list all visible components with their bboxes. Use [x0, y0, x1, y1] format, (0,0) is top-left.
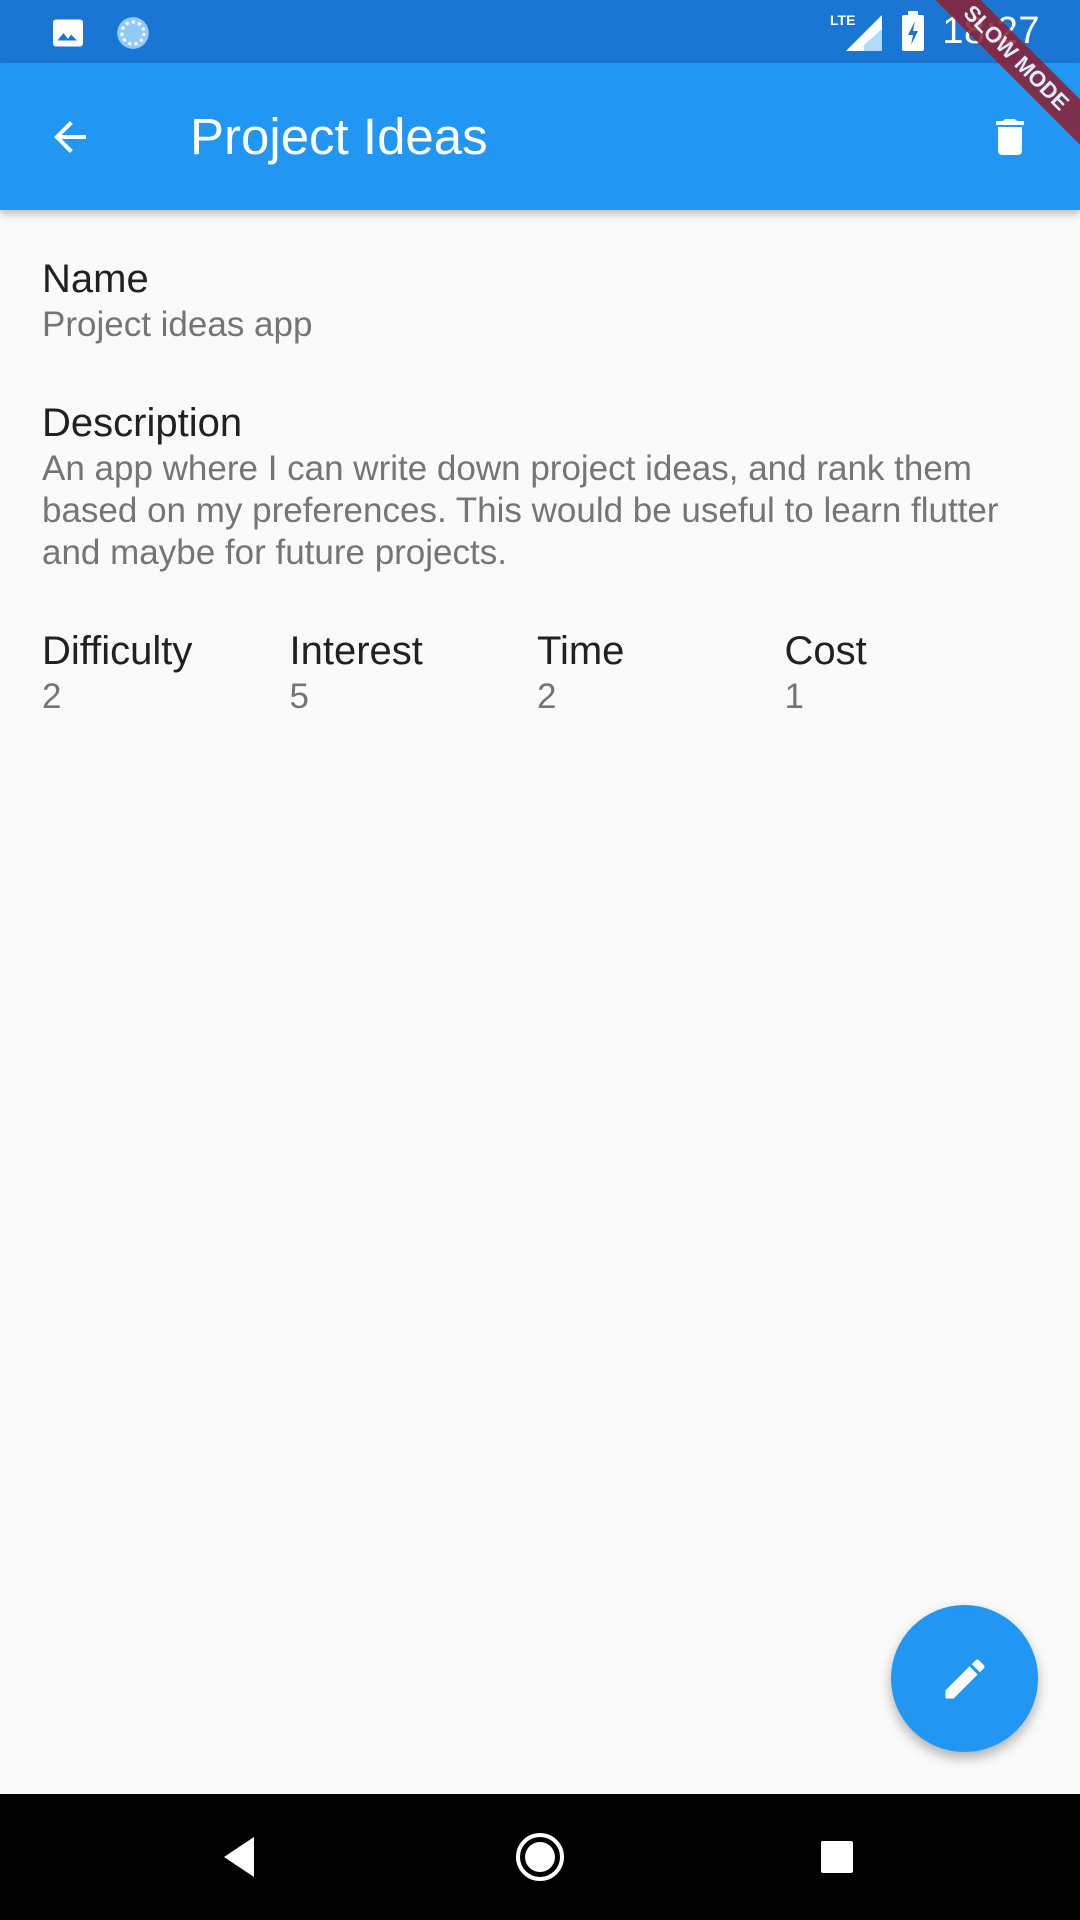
stat-label: Cost — [784, 629, 867, 673]
delete-button[interactable] — [976, 103, 1044, 171]
nav-home-icon — [514, 1831, 566, 1883]
edit-icon — [939, 1653, 991, 1705]
back-button[interactable] — [36, 103, 104, 171]
signal-icon: LTE — [830, 11, 884, 51]
network-label: LTE — [830, 12, 855, 28]
stat-time: Time 2 — [537, 626, 785, 718]
stat-value: 2 — [42, 677, 62, 716]
name-field: Name Project ideas app — [42, 254, 1032, 346]
stat-value: 2 — [537, 677, 557, 716]
stat-difficulty: Difficulty 2 — [42, 626, 290, 718]
description-label: Description — [42, 401, 243, 445]
status-notifications — [50, 14, 152, 52]
stat-interest: Interest 5 — [290, 626, 538, 718]
description-value: An app where I can write down project id… — [42, 449, 999, 572]
project-details: Name Project ideas app Description An ap… — [42, 254, 1032, 718]
image-icon — [50, 15, 86, 51]
stat-label: Time — [537, 629, 625, 673]
status-system: LTE 18:27 — [830, 8, 1040, 54]
system-nav-bar — [0, 1794, 1080, 1920]
page-title: Project Ideas — [190, 108, 488, 165]
app-bar: Project Ideas — [0, 63, 1080, 210]
sync-icon — [114, 14, 152, 52]
name-value: Project ideas app — [42, 305, 313, 344]
stats-row: Difficulty 2 Interest 5 Time 2 Cost 1 — [42, 626, 1032, 718]
stat-cost: Cost 1 — [785, 626, 1033, 718]
edit-fab-button[interactable] — [891, 1605, 1038, 1752]
name-label: Name — [42, 257, 149, 301]
nav-back-button[interactable] — [210, 1827, 270, 1887]
nav-recents-icon — [819, 1839, 855, 1875]
status-bar: LTE 18:27 — [0, 0, 1080, 63]
stat-value: 1 — [784, 677, 804, 716]
nav-home-button[interactable] — [510, 1827, 570, 1887]
delete-icon — [986, 110, 1034, 164]
nav-back-icon — [220, 1835, 260, 1879]
description-field: Description An app where I can write dow… — [42, 398, 1032, 574]
status-time: 18:27 — [942, 9, 1040, 52]
battery-charging-icon — [900, 11, 926, 51]
stat-label: Difficulty — [42, 629, 193, 673]
nav-recents-button[interactable] — [807, 1827, 867, 1887]
stat-label: Interest — [289, 629, 423, 673]
stat-value: 5 — [289, 677, 309, 716]
arrow-back-icon — [46, 113, 94, 161]
